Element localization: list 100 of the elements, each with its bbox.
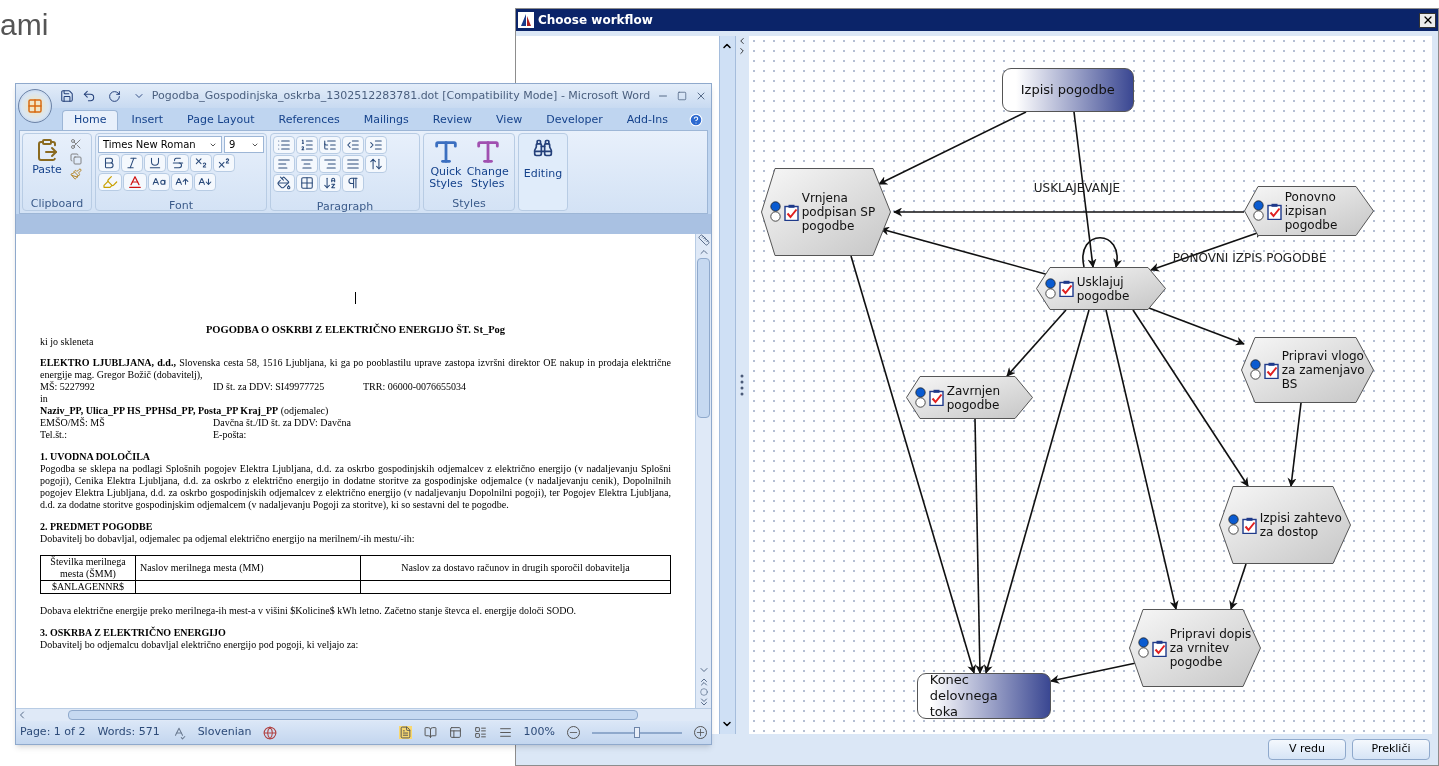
table-header-cell: Številka merilnega mesta (ŠMM) [40, 555, 136, 581]
task-node[interactable]: Zavrnjen pogodbe [905, 376, 1033, 419]
document-title: POGODBA O OSKRBI Z ELEKTRIČNO ENERGIJO ŠT. St_Pog [204, 324, 507, 336]
change-styles-button[interactable]: Change Styles [466, 138, 509, 197]
format-button[interactable] [342, 174, 364, 192]
dialog-button[interactable]: V redu [1268, 739, 1346, 760]
subscript-icon [194, 156, 208, 170]
section-heading: 3. OSKRBA Z ELEKTRIČNO ENERGIJO [40, 627, 227, 639]
ribbon-tab[interactable]: Developer [535, 110, 614, 130]
document-text: MŠ: 5227992 [40, 381, 96, 393]
macro-icon[interactable] [263, 725, 278, 740]
format-button[interactable] [273, 174, 295, 192]
ribbon-tab[interactable]: References [267, 110, 351, 130]
node-label: Zavrnjen pogodbe [946, 383, 1002, 412]
align-right-icon [323, 157, 337, 171]
help-icon[interactable] [689, 113, 703, 127]
horizontal-scrollbar[interactable] [16, 708, 711, 721]
zoom-slider-thumb[interactable] [634, 726, 640, 738]
document-text: TRR: 06000-0076655034 [363, 381, 468, 393]
terminal-node[interactable]: Konec delovnega toka [916, 673, 1051, 719]
format-button[interactable] [319, 174, 341, 192]
undo-icon[interactable] [82, 89, 96, 103]
clipboard-check-icon [783, 203, 799, 221]
font-color-icon [127, 174, 143, 190]
underline-icon [148, 156, 162, 170]
splitter-grip-icon[interactable] [740, 374, 745, 396]
redo-icon[interactable] [108, 89, 121, 103]
format-button[interactable] [190, 154, 212, 172]
close-icon[interactable] [695, 90, 707, 102]
node-label: Ponovno izpisan pogodbe [1284, 190, 1339, 232]
word-count[interactable]: Words: 571 [97, 724, 160, 741]
ribbon-tab[interactable]: Mailings [352, 110, 420, 130]
format-button[interactable] [167, 154, 189, 172]
task-node[interactable]: Pripravi dopis za vrnitev pogodbe [1128, 609, 1261, 687]
maximize-icon[interactable] [677, 91, 687, 101]
format-button[interactable] [171, 173, 193, 191]
vertical-scrollbar[interactable] [695, 234, 711, 708]
clipboard-check-icon [1263, 361, 1279, 379]
language-label[interactable]: Slovenian [197, 724, 252, 741]
task-node[interactable]: Usklajuj pogodbe [1035, 267, 1166, 310]
zoom-level[interactable]: 100% [523, 724, 555, 741]
outline-icon[interactable] [473, 726, 487, 739]
justify-icon [346, 157, 360, 171]
format-button[interactable] [121, 154, 143, 172]
group-label: Font [169, 199, 193, 212]
connector-arrow [1229, 563, 1247, 610]
status-dots-icon [1249, 359, 1261, 381]
task-node[interactable]: Ponovno izpisan pogodbe [1243, 186, 1374, 236]
ribbon-tab[interactable]: Insert [120, 110, 175, 130]
section-heading: 2. PREDMET POGODBE [40, 521, 154, 533]
close-button[interactable] [1419, 12, 1436, 28]
ruler-icon[interactable] [697, 234, 710, 246]
section-heading: 1. UVODNA DOLOČILA [40, 451, 152, 463]
format-button[interactable] [194, 173, 216, 191]
cut-icon[interactable] [69, 138, 82, 150]
table-cell: $ANLAGENNR$ [40, 580, 136, 594]
draft-icon[interactable] [498, 726, 512, 739]
ribbon-tab[interactable]: Page Layout [176, 110, 266, 130]
node-label: Konec delovnega toka [929, 672, 999, 720]
format-button[interactable] [213, 154, 235, 172]
ribbon-tab[interactable]: Home [62, 110, 119, 130]
copy-icon[interactable] [69, 153, 82, 165]
format-button[interactable] [296, 136, 318, 154]
task-node[interactable]: Izpisi zahtevo za dostop [1218, 486, 1351, 564]
print-layout-icon[interactable] [398, 726, 412, 739]
font-size-field[interactable]: 9 [224, 136, 264, 153]
table-header-cell: Naslov merilnega mesta (MM) [135, 555, 361, 581]
status-dots-icon [914, 386, 926, 409]
browse-object-icon[interactable] [699, 688, 708, 696]
page-count[interactable]: Page: 1 of 2 [20, 724, 86, 741]
format-button[interactable] [123, 173, 147, 191]
numbering-icon [300, 138, 314, 152]
format-painter-icon[interactable] [69, 168, 82, 180]
office-button[interactable] [18, 89, 52, 123]
editing-button[interactable]: Editing [518, 133, 568, 211]
font-name-field[interactable]: Times New Roman [98, 136, 222, 153]
terminal-node[interactable]: Izpisi pogodbe [1001, 68, 1134, 112]
format-button[interactable] [296, 174, 318, 192]
quick-styles-button[interactable]: Quick Styles [429, 138, 463, 197]
task-node[interactable]: Pripravi vlogo za zamenjavo BS [1240, 337, 1374, 403]
paste-button[interactable]: Paste [32, 138, 62, 179]
node-label: Izpisi pogodbe [1020, 82, 1115, 98]
clipboard-check-icon [928, 389, 944, 406]
window-title: Pogodba_Gospodinjska_oskrba_1302512283781.dot [Compatibility Mode] - Microsoft Word [150, 87, 652, 104]
format-button[interactable] [319, 136, 341, 154]
ribbon-tab[interactable]: Review [421, 110, 484, 130]
task-node[interactable]: Vrnjena podpisan SP pogodbe [760, 168, 891, 256]
format-button[interactable] [144, 154, 166, 172]
ribbon-tab[interactable]: View [485, 110, 534, 130]
save-icon[interactable] [60, 89, 74, 103]
dialog-button[interactable]: Prekliči [1352, 739, 1430, 760]
format-button[interactable] [148, 173, 170, 191]
format-button[interactable] [98, 154, 120, 172]
document-text: Naziv_PP, Ulica_PP HS_PPHSd_PP, Posta_PP Kraj_PP (odjemalec) [40, 405, 330, 417]
web-layout-icon[interactable] [448, 726, 462, 739]
borders-icon [300, 176, 314, 190]
zoom-in-icon[interactable] [694, 726, 707, 739]
format-button[interactable] [365, 155, 387, 173]
ribbon-tab[interactable]: Add-Ins [615, 110, 679, 130]
reading-layout-icon[interactable] [423, 726, 437, 739]
